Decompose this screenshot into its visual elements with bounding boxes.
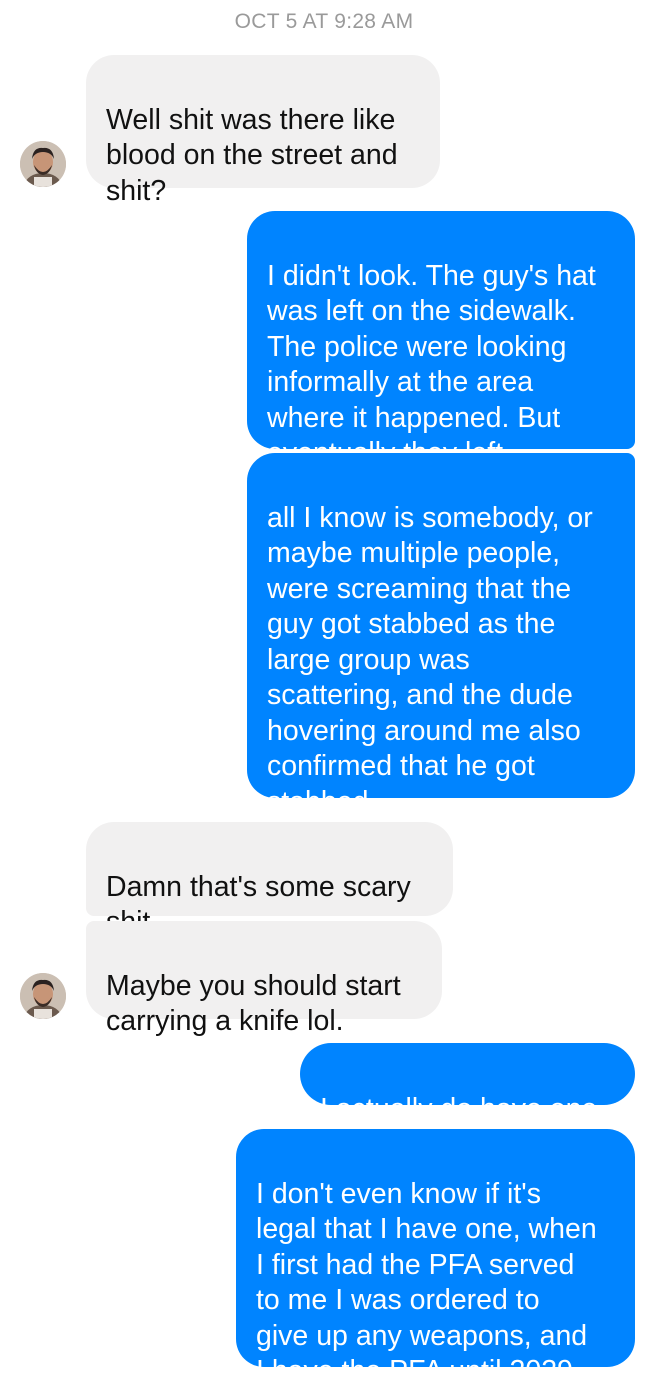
- outgoing-message-bubble[interactable]: I don't even know if it's legal that I h…: [236, 1129, 635, 1387]
- incoming-message-bubble[interactable]: Maybe you should start carrying a knife …: [86, 921, 442, 1037]
- message-text: Well shit was there like blood on the st…: [106, 103, 398, 207]
- incoming-message-bubble[interactable]: Damn that's some scary shit.: [86, 822, 453, 938]
- contact-avatar-icon[interactable]: [20, 973, 66, 1019]
- outgoing-message-bubble[interactable]: all I know is somebody, or maybe multipl…: [247, 453, 635, 818]
- message-text: Maybe you should start carrying a knife …: [106, 969, 401, 1038]
- message-text: I didn't look. The guy's hat was left on…: [267, 259, 596, 470]
- message-timestamp: OCT 5 AT 9:28 AM: [234, 10, 414, 33]
- message-text: all I know is somebody, or maybe multipl…: [267, 501, 593, 818]
- contact-avatar-icon[interactable]: [20, 141, 66, 187]
- outgoing-message-bubble[interactable]: I actually do have one: [300, 1043, 635, 1125]
- message-text: I don't even know if it's legal that I h…: [256, 1177, 597, 1388]
- outgoing-message-bubble[interactable]: I didn't look. The guy's hat was left on…: [247, 211, 635, 469]
- incoming-message-bubble[interactable]: Well shit was there like blood on the st…: [86, 55, 440, 207]
- message-text: I actually do have one: [320, 1092, 598, 1125]
